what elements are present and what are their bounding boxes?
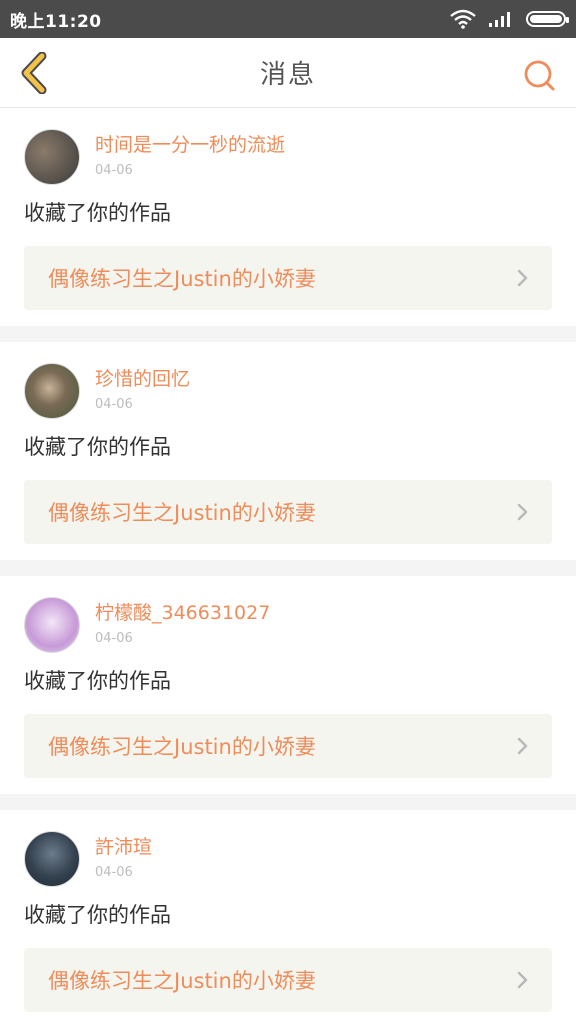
message-meta: 珍惜的回忆 04-06 bbox=[95, 367, 190, 415]
status-icons bbox=[450, 9, 569, 29]
wifi-icon bbox=[450, 9, 476, 29]
avatar[interactable] bbox=[24, 597, 80, 653]
username[interactable]: 时间是一分一秒的流逝 bbox=[95, 133, 285, 157]
work-link[interactable]: 偶像练习生之Justin的小娇妻 bbox=[24, 480, 552, 544]
action-text: 收藏了你的作品 bbox=[24, 201, 171, 225]
work-link[interactable]: 偶像练习生之Justin的小娇妻 bbox=[24, 948, 552, 1012]
message-meta: 柠檬酸_346631027 04-06 bbox=[95, 601, 270, 649]
battery-icon bbox=[526, 11, 569, 27]
signal-icon bbox=[489, 12, 510, 27]
message-card: 柠檬酸_346631027 04-06 收藏了你的作品 偶像练习生之Justin… bbox=[0, 576, 576, 794]
page-title: 消息 bbox=[259, 60, 316, 90]
status-bar: 晚上11:20 bbox=[0, 0, 576, 38]
username[interactable]: 珍惜的回忆 bbox=[95, 367, 190, 391]
chevron-left-icon[interactable] bbox=[14, 52, 54, 94]
chevron-right-icon bbox=[517, 269, 528, 287]
message-date: 04-06 bbox=[95, 631, 133, 646]
message-feed: 时间是一分一秒的流逝 04-06 收藏了你的作品 偶像练习生之Justin的小娇… bbox=[0, 108, 576, 1024]
message-card: 时间是一分一秒的流逝 04-06 收藏了你的作品 偶像练习生之Justin的小娇… bbox=[0, 108, 576, 326]
message-header: 許沛瑄 04-06 bbox=[24, 830, 552, 888]
work-title: 偶像练习生之Justin的小娇妻 bbox=[48, 501, 316, 525]
message-header: 珍惜的回忆 04-06 bbox=[24, 362, 552, 420]
work-link[interactable]: 偶像练习生之Justin的小娇妻 bbox=[24, 246, 552, 310]
avatar[interactable] bbox=[24, 831, 80, 887]
avatar[interactable] bbox=[24, 129, 80, 185]
work-title: 偶像练习生之Justin的小娇妻 bbox=[48, 267, 316, 291]
status-time: 晚上11:20 bbox=[10, 11, 102, 32]
chevron-right-icon bbox=[517, 737, 528, 755]
message-card: 珍惜的回忆 04-06 收藏了你的作品 偶像练习生之Justin的小娇妻 bbox=[0, 342, 576, 560]
message-date: 04-06 bbox=[95, 163, 133, 178]
work-title: 偶像练习生之Justin的小娇妻 bbox=[48, 735, 316, 759]
username[interactable]: 許沛瑄 bbox=[95, 835, 152, 859]
search-icon[interactable] bbox=[522, 58, 556, 92]
message-date: 04-06 bbox=[95, 865, 133, 880]
username[interactable]: 柠檬酸_346631027 bbox=[95, 601, 270, 625]
action-text: 收藏了你的作品 bbox=[24, 435, 171, 459]
action-text: 收藏了你的作品 bbox=[24, 669, 171, 693]
top-nav-bar: 消息 bbox=[0, 38, 576, 108]
message-header: 时间是一分一秒的流逝 04-06 bbox=[24, 128, 552, 186]
chevron-right-icon bbox=[517, 503, 528, 521]
action-text: 收藏了你的作品 bbox=[24, 903, 171, 927]
chevron-right-icon bbox=[517, 971, 528, 989]
avatar[interactable] bbox=[24, 363, 80, 419]
message-header: 柠檬酸_346631027 04-06 bbox=[24, 596, 552, 654]
message-card: 許沛瑄 04-06 收藏了你的作品 偶像练习生之Justin的小娇妻 bbox=[0, 810, 576, 1024]
work-link[interactable]: 偶像练习生之Justin的小娇妻 bbox=[24, 714, 552, 778]
message-date: 04-06 bbox=[95, 397, 133, 412]
work-title: 偶像练习生之Justin的小娇妻 bbox=[48, 969, 316, 993]
message-meta: 时间是一分一秒的流逝 04-06 bbox=[95, 133, 285, 181]
message-meta: 許沛瑄 04-06 bbox=[95, 835, 152, 883]
